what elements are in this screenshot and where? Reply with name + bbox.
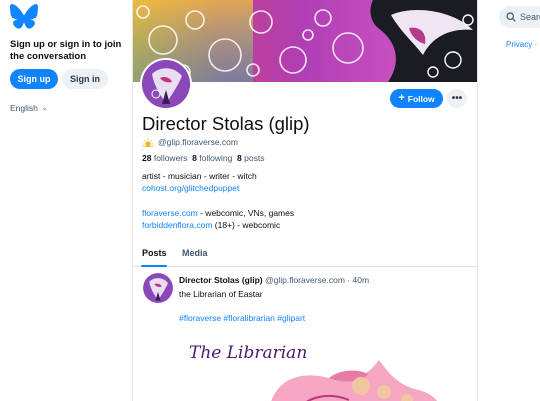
follow-label: Follow bbox=[407, 93, 435, 104]
handle-row: @glip.floraverse.com bbox=[142, 137, 238, 147]
tab-media[interactable]: Media bbox=[182, 248, 208, 258]
bio-link-cohost[interactable]: cohost.org/glitchedpuppet bbox=[142, 183, 239, 193]
language-selector[interactable]: English ⌄ bbox=[10, 103, 48, 113]
more-options-button[interactable]: ••• bbox=[447, 89, 467, 108]
follow-button[interactable]: + Follow bbox=[390, 89, 443, 108]
search-input[interactable]: Search bbox=[499, 6, 540, 28]
feed-post[interactable]: Director Stolas (glip) @glip.floraverse.… bbox=[133, 268, 477, 401]
profile-avatar[interactable] bbox=[140, 58, 192, 110]
search-icon bbox=[506, 12, 516, 22]
profile-main: + Follow ••• Director Stolas (glip) @gli… bbox=[132, 0, 478, 401]
plus-icon: + bbox=[398, 92, 405, 104]
post-author[interactable]: Director Stolas (glip) bbox=[179, 275, 263, 285]
posts-stat: 8 posts bbox=[237, 153, 265, 163]
post-handle[interactable]: @glip.floraverse.com bbox=[265, 275, 345, 285]
post-image[interactable]: The Librarian bbox=[179, 330, 469, 401]
left-sidebar: Sign up or sign in to join the conversat… bbox=[0, 0, 132, 401]
butterfly-logo-icon[interactable] bbox=[10, 4, 38, 29]
display-name: Director Stolas (glip) bbox=[142, 113, 310, 134]
bio-line: artist - musician - writer - witch bbox=[142, 171, 257, 181]
chevron-down-icon: ⌄ bbox=[41, 105, 48, 112]
signup-button[interactable]: Sign up bbox=[10, 69, 58, 89]
bio-link-floraverse[interactable]: floraverse.com bbox=[142, 208, 198, 218]
profile-stats: 28 followers 8 following 8 posts bbox=[142, 153, 264, 163]
signup-prompt: Sign up or sign in to join the conversat… bbox=[10, 39, 122, 62]
post-time[interactable]: 40m bbox=[353, 275, 370, 285]
tab-posts[interactable]: Posts bbox=[142, 248, 167, 258]
more-icon: ••• bbox=[451, 93, 463, 104]
search-placeholder: Search bbox=[520, 12, 540, 22]
language-label: English bbox=[10, 103, 38, 113]
profile-handle: @glip.floraverse.com bbox=[158, 137, 238, 147]
bio-text: (18+) - webcomic bbox=[212, 219, 281, 230]
profile-bio: artist - musician - writer - witch cohos… bbox=[142, 170, 472, 231]
sun-icon bbox=[142, 138, 154, 147]
signin-button[interactable]: Sign in bbox=[62, 69, 108, 89]
post-text: the Librarian of Eastar bbox=[179, 289, 263, 299]
active-tab-indicator bbox=[141, 265, 167, 267]
post-hashtags[interactable]: #floraverse #floralibrarian #glipart bbox=[179, 313, 305, 323]
footer-links[interactable]: Privacy · bbox=[506, 40, 537, 49]
post-image-title: The Librarian bbox=[189, 343, 307, 363]
followers-stat[interactable]: 28 followers bbox=[142, 153, 187, 163]
post-separator: · bbox=[344, 275, 353, 285]
following-stat[interactable]: 8 following bbox=[192, 153, 232, 163]
bio-link-forbiddenflora[interactable]: forbiddenflora.com bbox=[142, 220, 212, 230]
profile-tabs: Posts Media bbox=[133, 244, 477, 267]
post-header: Director Stolas (glip) @glip.floraverse.… bbox=[179, 275, 369, 285]
post-avatar[interactable] bbox=[143, 273, 173, 303]
bio-text: - webcomic, VNs, games bbox=[197, 207, 295, 218]
